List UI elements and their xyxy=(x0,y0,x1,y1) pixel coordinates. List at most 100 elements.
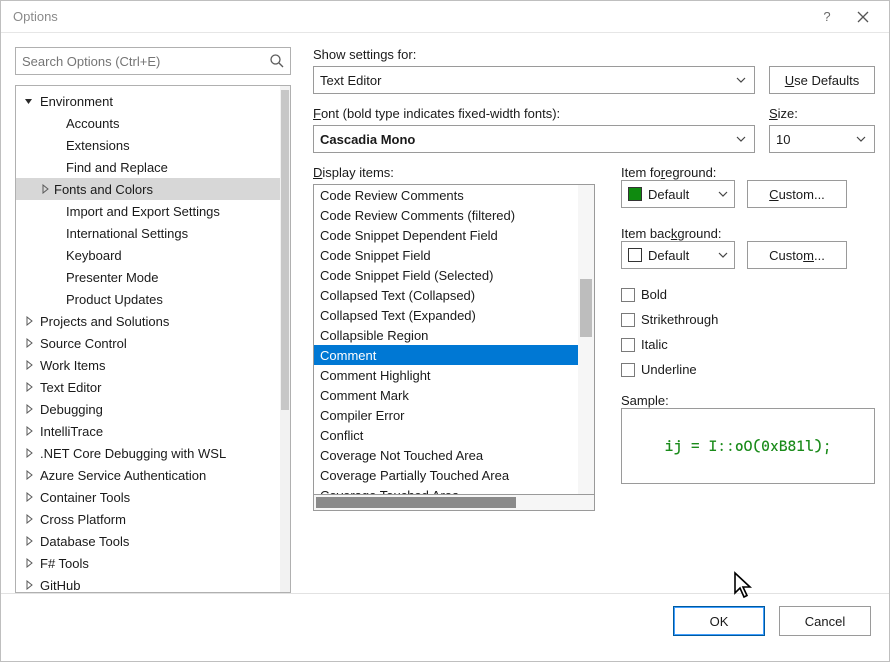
display-item[interactable]: Comment Mark xyxy=(314,385,578,405)
tree-scroll-thumb[interactable] xyxy=(281,90,289,410)
tree-item-label: Projects and Solutions xyxy=(40,314,169,329)
display-item[interactable]: Code Review Comments (filtered) xyxy=(314,205,578,225)
font-label: Font (bold type indicates fixed-width fo… xyxy=(313,106,755,121)
use-defaults-button[interactable]: Use Defaults xyxy=(769,66,875,94)
tree-scrollbar[interactable] xyxy=(280,86,290,592)
help-button[interactable]: ? xyxy=(809,1,845,33)
tree-item[interactable]: Database Tools xyxy=(16,530,280,552)
tree-expand-icon xyxy=(22,314,36,328)
tree-item[interactable]: Product Updates xyxy=(16,288,280,310)
item-background-combo[interactable]: Default xyxy=(621,241,735,269)
display-item[interactable]: Collapsed Text (Expanded) xyxy=(314,305,578,325)
tree-item-label: International Settings xyxy=(66,226,188,241)
background-custom-button[interactable]: Custom... xyxy=(747,241,847,269)
chevron-down-icon xyxy=(718,252,728,258)
help-icon: ? xyxy=(823,9,830,24)
display-item[interactable]: Code Snippet Dependent Field xyxy=(314,225,578,245)
show-settings-label: Show settings for: xyxy=(313,47,755,62)
tree-item[interactable]: Keyboard xyxy=(16,244,280,266)
tree-item-label: Work Items xyxy=(40,358,106,373)
tree-item-label: Cross Platform xyxy=(40,512,126,527)
tree-expand-icon xyxy=(38,182,52,196)
display-items-scrollbar[interactable] xyxy=(578,185,594,494)
display-item[interactable]: Coverage Touched Area xyxy=(314,485,578,494)
tree-expand-icon xyxy=(22,490,36,504)
tree-item-label: .NET Core Debugging with WSL xyxy=(40,446,226,461)
italic-checkbox[interactable]: Italic xyxy=(621,337,731,352)
display-item[interactable]: Comment xyxy=(314,345,578,365)
display-item[interactable]: Compiler Error xyxy=(314,405,578,425)
ok-button[interactable]: OK xyxy=(673,606,765,636)
tree-item[interactable]: F# Tools xyxy=(16,552,280,574)
tree-item[interactable]: Azure Service Authentication xyxy=(16,464,280,486)
bold-checkbox[interactable]: Bold xyxy=(621,287,731,302)
chevron-down-icon xyxy=(734,132,748,146)
size-combo[interactable]: 10 xyxy=(769,125,875,153)
tree-expand-icon xyxy=(22,468,36,482)
tree-item[interactable]: Work Items xyxy=(16,354,280,376)
tree-item-label: Import and Export Settings xyxy=(66,204,220,219)
display-items-hscroll-thumb[interactable] xyxy=(316,497,516,508)
display-item[interactable]: Code Snippet Field xyxy=(314,245,578,265)
tree-expand-icon xyxy=(22,424,36,438)
display-item[interactable]: Code Review Comments xyxy=(314,185,578,205)
search-input[interactable] xyxy=(15,47,291,75)
item-foreground-label: Item foreground: xyxy=(621,165,716,180)
display-item[interactable]: Collapsible Region xyxy=(314,325,578,345)
chevron-down-icon xyxy=(854,132,868,146)
tree-item[interactable]: Cross Platform xyxy=(16,508,280,530)
tree-item[interactable]: International Settings xyxy=(16,222,280,244)
tree-item[interactable]: Source Control xyxy=(16,332,280,354)
tree-item-label: Azure Service Authentication xyxy=(40,468,206,483)
display-items-scroll-thumb[interactable] xyxy=(580,279,592,337)
tree-item-label: Product Updates xyxy=(66,292,163,307)
tree-item[interactable]: GitHub xyxy=(16,574,280,592)
close-icon xyxy=(857,11,869,23)
tree-item-label: Container Tools xyxy=(40,490,130,505)
tree-item[interactable]: Fonts and Colors xyxy=(16,178,280,200)
tree-item[interactable]: Extensions xyxy=(16,134,280,156)
checkbox-icon xyxy=(621,338,635,352)
tree-collapse-icon xyxy=(22,94,36,108)
tree-item[interactable]: IntelliTrace xyxy=(16,420,280,442)
tree-expand-icon xyxy=(22,556,36,570)
show-settings-combo[interactable]: Text Editor xyxy=(313,66,755,94)
font-combo[interactable]: Cascadia Mono xyxy=(313,125,755,153)
search-icon[interactable] xyxy=(269,53,285,69)
underline-checkbox[interactable]: Underline xyxy=(621,362,731,377)
tree-item-label: IntelliTrace xyxy=(40,424,103,439)
cursor-icon xyxy=(733,571,755,599)
tree-item[interactable]: Find and Replace xyxy=(16,156,280,178)
tree-item[interactable]: Debugging xyxy=(16,398,280,420)
options-tree[interactable]: Environment AccountsExtensionsFind and Re… xyxy=(15,85,291,593)
display-items-listbox[interactable]: Code Review CommentsCode Review Comments… xyxy=(313,184,595,495)
strikethrough-checkbox[interactable]: Strikethrough xyxy=(621,312,731,327)
cancel-button[interactable]: Cancel xyxy=(779,606,871,636)
tree-item[interactable]: .NET Core Debugging with WSL xyxy=(16,442,280,464)
chevron-down-icon xyxy=(718,191,728,197)
tree-item[interactable]: Presenter Mode xyxy=(16,266,280,288)
close-button[interactable] xyxy=(845,1,881,33)
display-item[interactable]: Conflict xyxy=(314,425,578,445)
tree-expand-icon xyxy=(22,446,36,460)
foreground-custom-button[interactable]: Custom... xyxy=(747,180,847,208)
item-foreground-combo[interactable]: Default xyxy=(621,180,735,208)
tree-item[interactable]: Projects and Solutions xyxy=(16,310,280,332)
display-items-hscrollbar[interactable] xyxy=(313,495,595,511)
tree-item[interactable]: Container Tools xyxy=(16,486,280,508)
tree-item-label: GitHub xyxy=(40,578,80,593)
display-item[interactable]: Coverage Partially Touched Area xyxy=(314,465,578,485)
display-item[interactable]: Collapsed Text (Collapsed) xyxy=(314,285,578,305)
chevron-down-icon xyxy=(734,73,748,87)
checkbox-icon xyxy=(621,363,635,377)
tree-item[interactable]: Accounts xyxy=(16,112,280,134)
tree-item[interactable]: Text Editor xyxy=(16,376,280,398)
display-item[interactable]: Code Snippet Field (Selected) xyxy=(314,265,578,285)
display-item[interactable]: Comment Highlight xyxy=(314,365,578,385)
tree-item[interactable]: Import and Export Settings xyxy=(16,200,280,222)
tree-item-label: Environment xyxy=(40,94,113,109)
display-item[interactable]: Coverage Not Touched Area xyxy=(314,445,578,465)
tree-item-label: Fonts and Colors xyxy=(54,182,153,197)
tree-expand-icon xyxy=(22,578,36,592)
tree-item[interactable]: Environment xyxy=(16,90,280,112)
